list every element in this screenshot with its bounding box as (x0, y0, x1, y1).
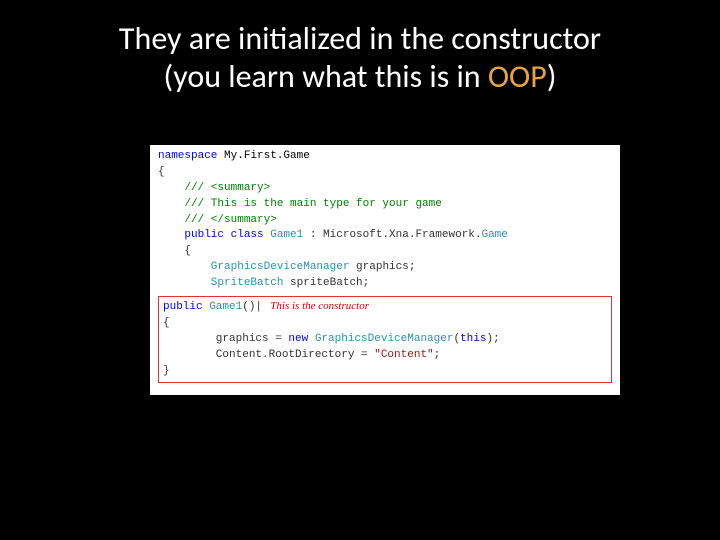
code-line: namespace My.First.Game (158, 149, 612, 165)
code-line: } (163, 364, 607, 380)
code-snippet: namespace My.First.Game { /// <summary> … (150, 145, 620, 395)
code-line: { (158, 165, 612, 181)
code-comment: /// </summary> (158, 213, 612, 229)
code-comment: /// <summary> (158, 181, 612, 197)
slide: They are initialized in the constructor … (0, 0, 720, 540)
code-line: public Game1()| This is the constructor (163, 299, 607, 316)
code-line: GraphicsDeviceManager graphics; (158, 260, 612, 276)
constructor-annotation: This is the constructor (262, 300, 369, 312)
slide-title: They are initialized in the constructor … (0, 0, 720, 97)
title-line1: They are initialized in the constructor (119, 19, 601, 58)
code-line: SpriteBatch spriteBatch; (158, 276, 612, 292)
code-line: Content.RootDirectory = "Content"; (163, 348, 607, 364)
code-line: { (158, 244, 612, 260)
code-line: { (163, 316, 607, 332)
title-line2-suffix: ) (547, 57, 557, 96)
code-comment: /// This is the main type for your game (158, 197, 612, 213)
title-line2-prefix: (you learn what this is in (164, 57, 488, 96)
title-oop: OOP (488, 57, 547, 96)
constructor-highlight-box: public Game1()| This is the constructor … (158, 296, 612, 383)
code-line: graphics = new GraphicsDeviceManager(thi… (163, 332, 607, 348)
code-line: public class Game1 : Microsoft.Xna.Frame… (158, 228, 612, 244)
